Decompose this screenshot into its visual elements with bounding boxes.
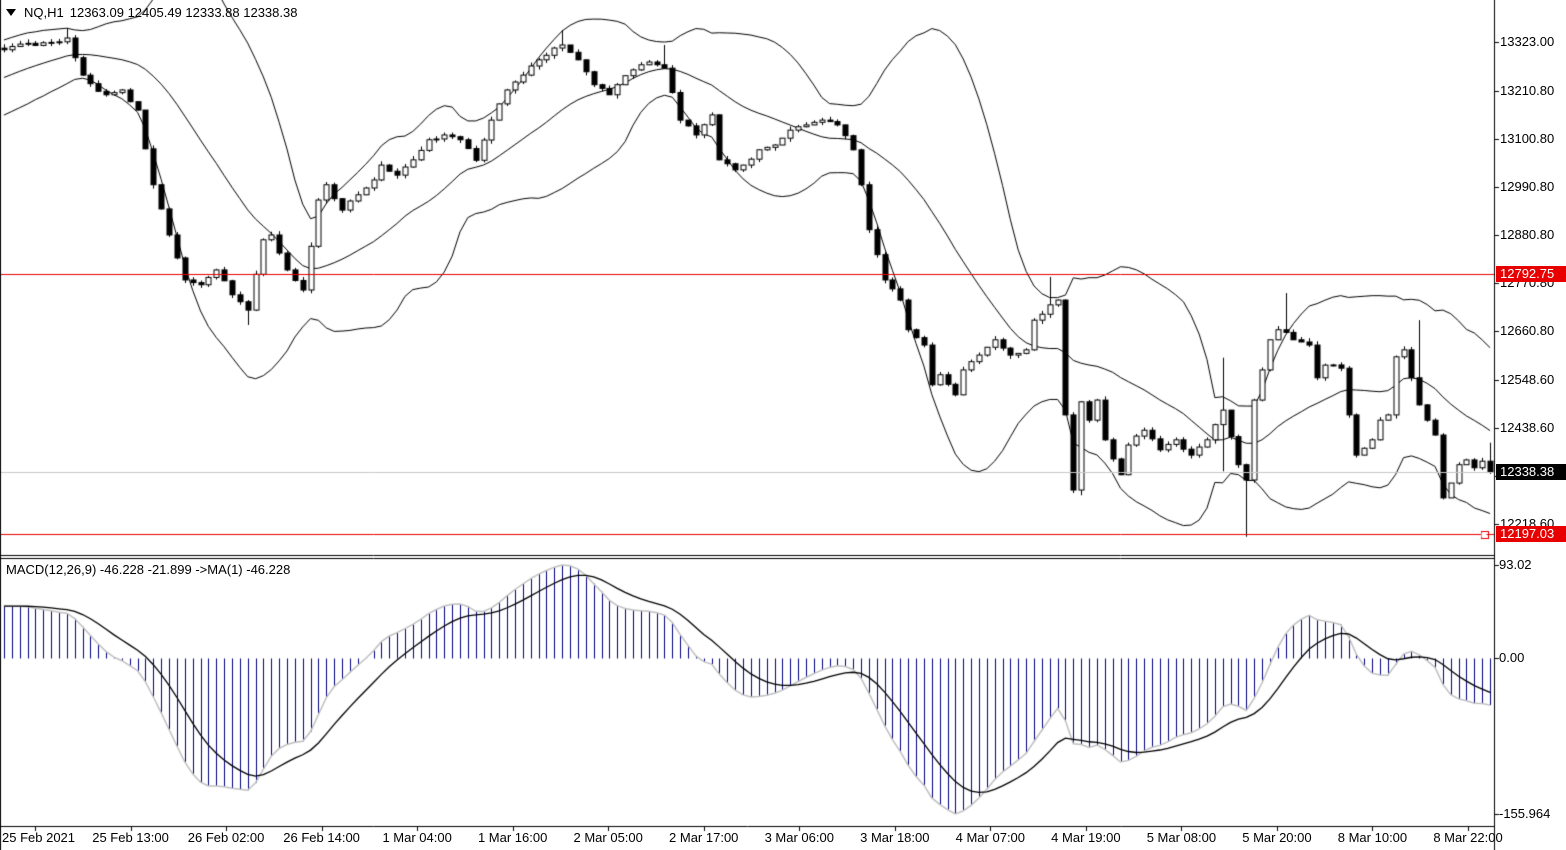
trading-chart-canvas[interactable] <box>0 0 1566 850</box>
